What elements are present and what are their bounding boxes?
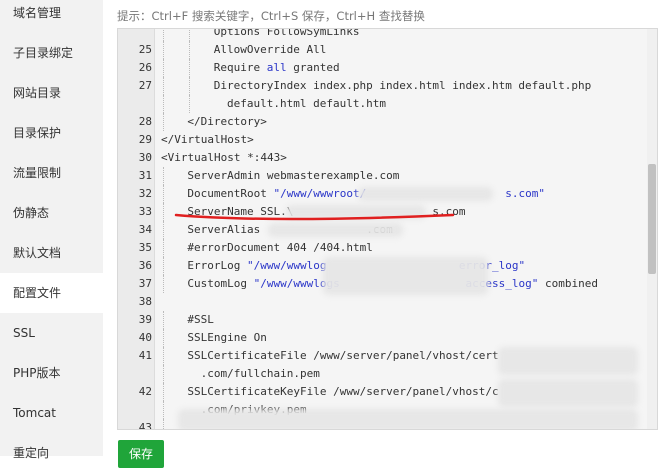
sidebar-item[interactable]: 配置文件 xyxy=(0,273,103,313)
red-underline-annotation xyxy=(174,213,455,221)
sidebar-item[interactable]: 域名管理 xyxy=(0,0,103,33)
sidebar-item[interactable]: 网站目录 xyxy=(0,73,103,113)
sidebar-item[interactable]: PHP版本 xyxy=(0,353,103,393)
save-button[interactable]: 保存 xyxy=(118,440,164,468)
sidebar-item[interactable]: 重定向 xyxy=(0,433,103,473)
editor-hint: 提示：Ctrl+F 搜索关键字，Ctrl+S 保存，Ctrl+H 查找替换 xyxy=(117,9,425,23)
sidebar-item[interactable]: 子目录绑定 xyxy=(0,33,103,73)
sidebar-item[interactable]: 默认文档 xyxy=(0,233,103,273)
sidebar-item[interactable]: 流量限制 xyxy=(0,153,103,193)
editor-scrollbar[interactable] xyxy=(647,29,657,429)
editor-scrollbar-thumb[interactable] xyxy=(648,164,656,274)
sidebar-item[interactable]: SSL xyxy=(0,313,103,353)
sidebar-item[interactable]: 伪静态 xyxy=(0,193,103,233)
sidebar-item[interactable]: Tomcat xyxy=(0,393,103,433)
sidebar-item[interactable]: 目录保护 xyxy=(0,113,103,153)
sidebar: 域名管理 子目录绑定 网站目录 目录保护 流量限制 伪静态 默认文档 配置文件 SSL PHP版本… xyxy=(0,0,103,460)
code-editor[interactable]: Options FollowSymLinks 25 AllowOverride Al… xyxy=(117,28,658,430)
